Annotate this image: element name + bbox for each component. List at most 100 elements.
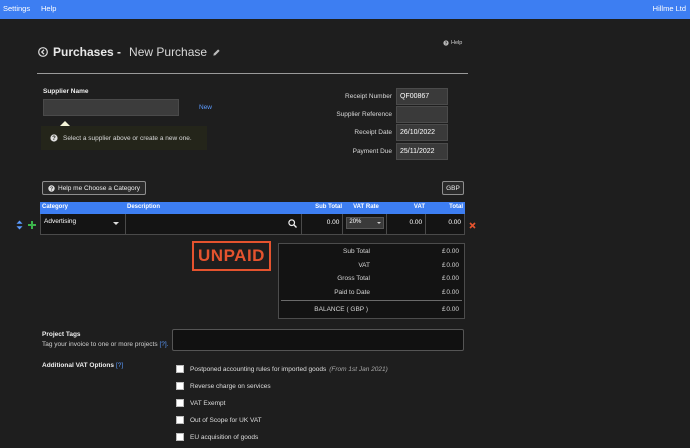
totals-value: 0.00	[446, 262, 459, 269]
currency-symbol: £	[442, 275, 446, 282]
company-name[interactable]: Hillme Ltd	[653, 4, 686, 13]
svg-text:?: ?	[445, 41, 448, 46]
checkbox[interactable]	[176, 433, 184, 441]
status-badge: UNPAID	[192, 241, 271, 271]
vat-option-out-of-scope[interactable]: Out of Scope for UK VAT	[176, 416, 262, 424]
supplier-hint-text: Select a supplier above or create a new …	[63, 134, 192, 142]
help-link-label: Help	[451, 40, 463, 46]
vat-input[interactable]: 0.00	[387, 214, 427, 234]
vat-option-eu-acquisition[interactable]: EU acquisition of goods	[176, 433, 258, 441]
totals-label: VAT	[358, 262, 370, 269]
project-tags-help-link[interactable]: [?].	[159, 341, 168, 348]
search-icon[interactable]	[287, 219, 297, 228]
vat-options-title-row: Additional VAT Options [?]	[42, 362, 123, 369]
balance-value: 0.00	[446, 306, 459, 313]
receipt-date-label: Receipt Date	[354, 129, 392, 136]
vat-option-reverse-charge[interactable]: Reverse charge on services	[176, 382, 271, 390]
currency-button[interactable]: GBP	[442, 181, 464, 195]
currency-symbol: £	[442, 262, 446, 269]
receipt-date-field[interactable]: 26/10/2022	[396, 124, 448, 141]
vat-option-label: Reverse charge on services	[190, 382, 271, 390]
supplier-reference-field[interactable]	[396, 106, 448, 123]
line-items-table: Category Description Sub Total VAT Rate …	[40, 202, 465, 235]
vat-option-label: Out of Scope for UK VAT	[190, 416, 262, 424]
vat-option-note: (From 1st Jan 2021)	[329, 365, 388, 373]
page-subtitle: New Purchase	[129, 45, 208, 59]
back-circle-icon[interactable]	[38, 47, 48, 57]
vat-option-postponed[interactable]: Postponed accounting rules for imported …	[176, 365, 388, 373]
totals-label: Paid to Date	[334, 289, 370, 296]
total-input[interactable]: 0.00	[426, 214, 464, 234]
top-navbar: Settings Help Hillme Ltd	[0, 0, 690, 19]
currency-symbol: £	[442, 248, 446, 255]
col-vat-rate: VAT Rate	[353, 204, 379, 210]
chevron-down-icon	[377, 222, 382, 224]
payment-due-label: Payment Due	[352, 148, 392, 155]
question-icon: ?	[50, 134, 58, 142]
totals-label: Sub Total	[343, 248, 370, 255]
vat-option-label: EU acquisition of goods	[190, 433, 259, 441]
checkbox[interactable]	[176, 399, 184, 407]
chevron-down-icon	[112, 222, 119, 225]
supplier-reference-label: Supplier Reference	[336, 111, 392, 118]
supplier-hint-box: ? Select a supplier above or create a ne…	[41, 121, 207, 150]
totals-value: 0.00	[446, 275, 459, 282]
project-tags-description-row: Tag your invoice to one or more projects…	[42, 341, 168, 348]
currency-symbol: £	[442, 306, 446, 313]
svg-text:?: ?	[52, 136, 56, 142]
balance-label: BALANCE ( GBP )	[314, 306, 368, 313]
vat-option-exempt[interactable]: VAT Exempt	[176, 399, 225, 407]
help-circle-icon: ?	[443, 40, 449, 46]
supplier-name-input[interactable]	[43, 99, 179, 116]
help-link[interactable]: ? Help	[443, 40, 462, 46]
totals-value: 0.00	[446, 289, 459, 296]
vat-rate-select[interactable]: 20%	[346, 217, 385, 229]
currency-symbol: £	[442, 289, 446, 296]
sub-total-input[interactable]: 0.00	[302, 214, 344, 234]
description-input[interactable]	[126, 214, 302, 234]
vat-option-label: Postponed accounting rules for imported …	[190, 365, 327, 373]
category-value: Advertising	[44, 218, 77, 225]
hint-pointer	[60, 121, 70, 126]
delete-row-icon[interactable]	[469, 222, 476, 229]
pencil-icon[interactable]	[212, 48, 221, 57]
vat-options-title: Additional VAT Options	[42, 362, 114, 369]
page-heading: Purchases - New Purchase	[38, 45, 221, 59]
vat-options-help-link[interactable]: [?]	[116, 362, 123, 369]
checkbox[interactable]	[176, 382, 184, 390]
checkbox[interactable]	[176, 416, 184, 424]
totals-value: 0.00	[446, 248, 459, 255]
svg-text:?: ?	[50, 186, 53, 192]
receipt-number-label: Receipt Number	[345, 93, 392, 100]
receipt-number-field[interactable]: QF00867	[396, 88, 448, 105]
category-help-label: Help me Choose a Category	[58, 184, 141, 192]
add-row-icon[interactable]	[28, 221, 36, 229]
nav-settings[interactable]: Settings	[3, 4, 30, 13]
vat-rate-value: 20%	[349, 219, 362, 225]
move-row-icon[interactable]	[16, 220, 23, 230]
col-vat: VAT	[413, 204, 425, 210]
project-tags-input[interactable]	[172, 329, 464, 351]
vat-rate-cell: 20%	[343, 214, 388, 234]
project-tags-title: Project Tags	[42, 331, 81, 338]
vat-option-label: VAT Exempt	[190, 399, 226, 407]
new-supplier-link[interactable]: New	[199, 104, 212, 111]
supplier-name-label: Supplier Name	[43, 88, 89, 95]
totals-label: Gross Total	[337, 275, 370, 282]
page-title: Purchases -	[53, 45, 122, 59]
category-select[interactable]: Advertising	[41, 214, 126, 234]
col-sub-total: Sub Total	[315, 204, 342, 210]
heading-divider	[37, 73, 468, 74]
table-header: Category Description Sub Total VAT Rate …	[40, 202, 465, 214]
category-help-button[interactable]: ? Help me Choose a Category	[42, 181, 147, 195]
question-icon: ?	[48, 184, 55, 192]
col-description: Description	[127, 204, 161, 210]
col-category: Category	[42, 204, 69, 210]
payment-due-field[interactable]: 25/11/2022	[396, 143, 448, 160]
col-total: Total	[449, 204, 463, 210]
totals-panel: Sub Total £ 0.00 VAT £ 0.00 Gross Total …	[278, 243, 465, 319]
totals-divider	[281, 300, 462, 301]
checkbox[interactable]	[176, 365, 184, 373]
nav-help[interactable]: Help	[41, 4, 56, 13]
project-tags-description: Tag your invoice to one or more projects	[42, 341, 158, 348]
